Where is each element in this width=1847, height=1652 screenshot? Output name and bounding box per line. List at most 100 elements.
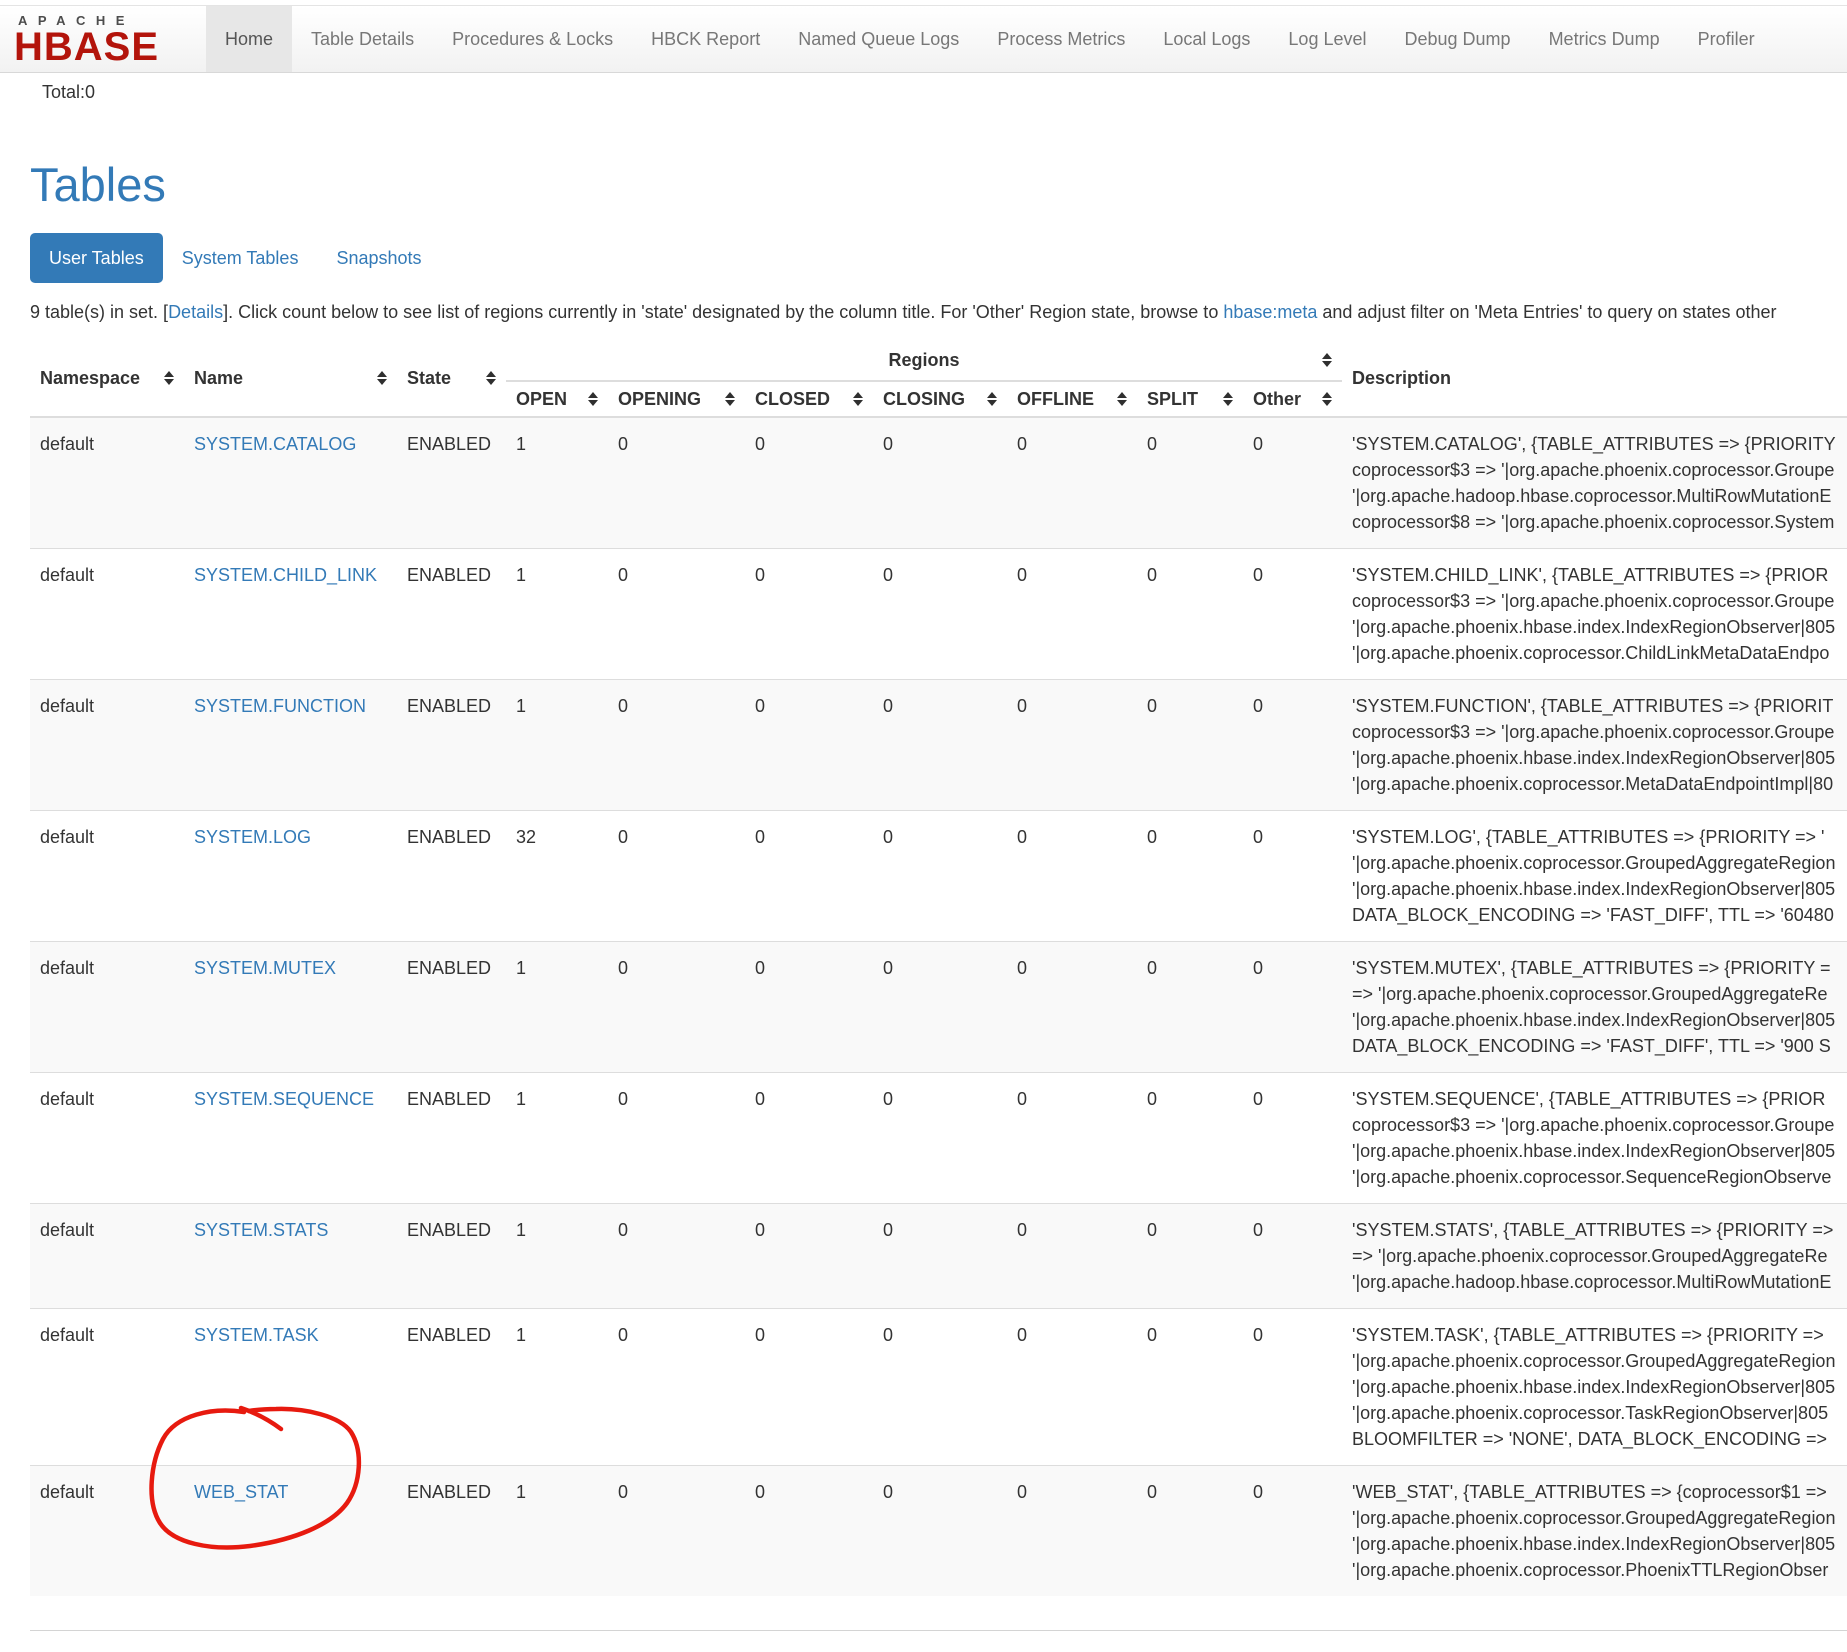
region-count-other[interactable]: 0 [1243, 1466, 1342, 1597]
table-name-link[interactable]: SYSTEM.TASK [194, 1325, 319, 1345]
sort-icon[interactable] [377, 371, 387, 385]
region-count-closing[interactable]: 0 [873, 811, 1007, 942]
table-name-link[interactable]: SYSTEM.STATS [194, 1220, 328, 1240]
sort-icon[interactable] [1223, 392, 1233, 406]
region-count-split[interactable]: 0 [1137, 417, 1243, 549]
region-count-closed[interactable]: 0 [745, 549, 873, 680]
region-count-closed[interactable]: 0 [745, 417, 873, 549]
region-count-closed[interactable]: 0 [745, 680, 873, 811]
region-count-open[interactable]: 1 [506, 1466, 608, 1597]
region-count-offline[interactable]: 0 [1007, 942, 1137, 1073]
hbase-meta-link[interactable]: hbase:meta [1223, 302, 1317, 322]
region-count-opening[interactable]: 0 [608, 811, 745, 942]
region-count-split[interactable]: 0 [1137, 1309, 1243, 1466]
region-count-other[interactable]: 0 [1243, 417, 1342, 549]
nav-item-process-metrics[interactable]: Process Metrics [978, 6, 1144, 72]
nav-item-home[interactable]: Home [206, 6, 292, 72]
sort-icon[interactable] [588, 392, 598, 406]
region-count-split[interactable]: 0 [1137, 1073, 1243, 1204]
table-name-link[interactable]: SYSTEM.FUNCTION [194, 696, 366, 716]
sort-icon[interactable] [725, 392, 735, 406]
region-count-open[interactable]: 32 [506, 811, 608, 942]
nav-item-hbck-report[interactable]: HBCK Report [632, 6, 779, 72]
table-name-link[interactable]: SYSTEM.LOG [194, 827, 311, 847]
sort-icon[interactable] [987, 392, 997, 406]
region-count-other[interactable]: 0 [1243, 680, 1342, 811]
region-count-offline[interactable]: 0 [1007, 1204, 1137, 1309]
region-count-open[interactable]: 1 [506, 417, 608, 549]
region-count-opening[interactable]: 0 [608, 680, 745, 811]
table-name-link[interactable]: SYSTEM.MUTEX [194, 958, 336, 978]
region-count-closing[interactable]: 0 [873, 417, 1007, 549]
region-count-closing[interactable]: 0 [873, 549, 1007, 680]
region-count-closed[interactable]: 0 [745, 1309, 873, 1466]
table-name-link[interactable]: SYSTEM.SEQUENCE [194, 1089, 374, 1109]
region-count-closed[interactable]: 0 [745, 1204, 873, 1309]
region-count-split[interactable]: 0 [1137, 942, 1243, 1073]
region-count-offline[interactable]: 0 [1007, 811, 1137, 942]
nav-item-metrics-dump[interactable]: Metrics Dump [1530, 6, 1679, 72]
sort-icon[interactable] [853, 392, 863, 406]
region-count-opening[interactable]: 0 [608, 1309, 745, 1466]
region-count-open[interactable]: 1 [506, 1073, 608, 1204]
nav-item-procedures-locks[interactable]: Procedures & Locks [433, 6, 632, 72]
details-link[interactable]: Details [168, 302, 223, 322]
region-count-closing[interactable]: 0 [873, 680, 1007, 811]
sort-icon[interactable] [164, 371, 174, 385]
sort-icon[interactable] [1117, 392, 1127, 406]
sort-icon[interactable] [486, 371, 496, 385]
region-count-closing[interactable]: 0 [873, 942, 1007, 1073]
region-count-offline[interactable]: 0 [1007, 1466, 1137, 1597]
region-count-other[interactable]: 0 [1243, 1309, 1342, 1466]
region-count-opening[interactable]: 0 [608, 1466, 745, 1597]
nav-item-local-logs[interactable]: Local Logs [1144, 6, 1269, 72]
region-count-closing[interactable]: 0 [873, 1204, 1007, 1309]
region-count-closing[interactable]: 0 [873, 1466, 1007, 1597]
region-count-opening[interactable]: 0 [608, 1204, 745, 1309]
region-count-split[interactable]: 0 [1137, 680, 1243, 811]
region-count-open[interactable]: 1 [506, 942, 608, 1073]
region-count-offline[interactable]: 0 [1007, 1309, 1137, 1466]
region-count-split[interactable]: 0 [1137, 1204, 1243, 1309]
region-count-other[interactable]: 0 [1243, 942, 1342, 1073]
nav-item-named-queue-logs[interactable]: Named Queue Logs [779, 6, 978, 72]
sort-icon[interactable] [1322, 392, 1332, 406]
region-count-opening[interactable]: 0 [608, 549, 745, 680]
region-count-offline[interactable]: 0 [1007, 1073, 1137, 1204]
region-count-other[interactable]: 0 [1243, 1073, 1342, 1204]
tab-user-tables[interactable]: User Tables [30, 233, 163, 283]
region-count-split[interactable]: 0 [1137, 811, 1243, 942]
region-count-closed[interactable]: 0 [745, 1466, 873, 1597]
region-count-open[interactable]: 1 [506, 1204, 608, 1309]
nav-item-log-level[interactable]: Log Level [1269, 6, 1385, 72]
region-count-offline[interactable]: 0 [1007, 417, 1137, 549]
tab-system-tables[interactable]: System Tables [163, 233, 318, 283]
nav-item-profiler[interactable]: Profiler [1679, 6, 1774, 72]
region-count-open[interactable]: 1 [506, 680, 608, 811]
region-count-other[interactable]: 0 [1243, 549, 1342, 680]
table-name-link[interactable]: WEB_STAT [194, 1482, 288, 1502]
region-count-closed[interactable]: 0 [745, 811, 873, 942]
region-count-closed[interactable]: 0 [745, 942, 873, 1073]
region-count-closing[interactable]: 0 [873, 1073, 1007, 1204]
region-count-opening[interactable]: 0 [608, 1073, 745, 1204]
region-count-offline[interactable]: 0 [1007, 549, 1137, 680]
hbase-logo[interactable]: APACHE HBASE [10, 6, 206, 72]
region-count-open[interactable]: 1 [506, 549, 608, 680]
region-count-split[interactable]: 0 [1137, 1466, 1243, 1597]
region-count-opening[interactable]: 0 [608, 942, 745, 1073]
tab-snapshots[interactable]: Snapshots [317, 233, 440, 283]
region-count-split[interactable]: 0 [1137, 549, 1243, 680]
nav-item-table-details[interactable]: Table Details [292, 6, 433, 72]
region-count-open[interactable]: 1 [506, 1309, 608, 1466]
region-count-opening[interactable]: 0 [608, 417, 745, 549]
nav-item-debug-dump[interactable]: Debug Dump [1386, 6, 1530, 72]
sort-icon[interactable] [1322, 353, 1332, 367]
region-count-other[interactable]: 0 [1243, 811, 1342, 942]
table-name-link[interactable]: SYSTEM.CATALOG [194, 434, 356, 454]
region-count-closing[interactable]: 0 [873, 1309, 1007, 1466]
region-count-other[interactable]: 0 [1243, 1204, 1342, 1309]
region-count-closed[interactable]: 0 [745, 1073, 873, 1204]
region-count-offline[interactable]: 0 [1007, 680, 1137, 811]
table-name-link[interactable]: SYSTEM.CHILD_LINK [194, 565, 377, 585]
